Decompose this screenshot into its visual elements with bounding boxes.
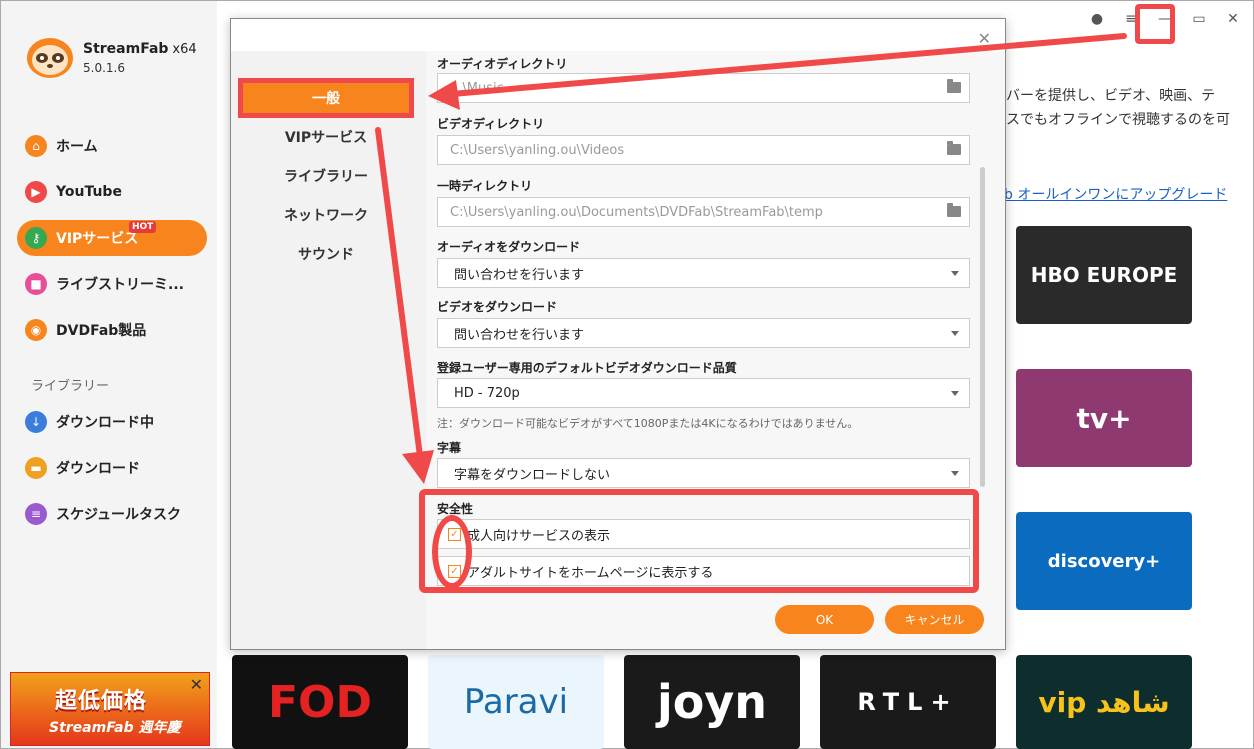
temp-dir-label: 一時ディレクトリ bbox=[437, 179, 533, 193]
app-version: 5.0.1.6 bbox=[83, 61, 125, 75]
sidebar-item-vip[interactable]: ⚷ VIPサービス HOT bbox=[17, 220, 207, 256]
tab-sound[interactable]: サウンド bbox=[243, 239, 409, 269]
annotation-menu-box bbox=[1135, 4, 1175, 44]
tab-vip-services[interactable]: VIPサービス bbox=[243, 122, 409, 152]
audio-download-select[interactable]: 問い合わせを行います bbox=[437, 258, 970, 288]
service-tile-discovery[interactable]: discovery+ bbox=[1016, 512, 1192, 610]
audio-dir-field[interactable]: ...\Music bbox=[437, 73, 970, 103]
sidebar-item-downloading[interactable]: ↓ ダウンロード中 bbox=[17, 404, 207, 440]
dvdfab-icon: ◉ bbox=[25, 319, 47, 341]
sidebar-item-dvdfab[interactable]: ◉ DVDFab製品 bbox=[17, 312, 207, 348]
sidebar-item-downloaded[interactable]: ▬ ダウンロード bbox=[17, 450, 207, 486]
video-download-label: ビデオをダウンロード bbox=[437, 300, 558, 314]
sidebar: StreamFab x64 5.0.1.6 ⌂ ホーム ▶ YouTube ⚷ V… bbox=[1, 1, 217, 748]
chevron-down-icon bbox=[951, 471, 959, 476]
service-tile-rtl[interactable]: RTL+ bbox=[820, 655, 996, 749]
audio-download-label: オーディオをダウンロード bbox=[437, 240, 581, 254]
ok-button[interactable]: OK bbox=[775, 605, 874, 634]
calendar-icon: ≡ bbox=[25, 503, 47, 525]
home-icon: ⌂ bbox=[25, 135, 47, 157]
promo-subtitle: StreamFab 週年慶 bbox=[49, 720, 181, 736]
chevron-down-icon bbox=[951, 391, 959, 396]
promo-title: 超低価格 bbox=[55, 689, 148, 714]
sloth-logo-icon bbox=[27, 38, 73, 78]
key-icon: ⚷ bbox=[25, 227, 47, 249]
user-icon[interactable]: ● bbox=[1087, 9, 1107, 29]
folder-icon[interactable] bbox=[947, 79, 961, 93]
video-download-select[interactable]: 問い合わせを行います bbox=[437, 318, 970, 348]
service-tile-joyn[interactable]: joyn bbox=[624, 655, 800, 749]
upgrade-link[interactable]: b オールインワンにアップグレード bbox=[1004, 184, 1227, 204]
service-tile-appletv[interactable]: tv+ bbox=[1016, 369, 1192, 467]
promo-close-icon[interactable]: ✕ bbox=[190, 675, 203, 694]
scrollbar[interactable] bbox=[980, 167, 985, 487]
audio-dir-label: オーディオディレクトリ bbox=[437, 57, 568, 71]
service-tile-shahid[interactable]: vip شاهد bbox=[1016, 655, 1192, 749]
temp-dir-field[interactable]: C:\Users\yanling.ou\Documents\DVDFab\Str… bbox=[437, 197, 970, 227]
app-brand: StreamFab x64 bbox=[83, 41, 197, 57]
sidebar-item-youtube[interactable]: ▶ YouTube bbox=[17, 174, 207, 210]
intro-text-line1: バーを提供し、ビデオ、映画、テ bbox=[1006, 88, 1216, 104]
quality-note: 注：ダウンロード可能なビデオがすべて1080Pまたは4Kになるわけではありません… bbox=[437, 417, 859, 430]
folder-icon[interactable] bbox=[947, 141, 961, 155]
chevron-down-icon bbox=[951, 331, 959, 336]
download-icon: ↓ bbox=[25, 411, 47, 433]
intro-text-line2: スでもオフラインで視聴するのを可 bbox=[1006, 112, 1230, 128]
annotation-safety-box bbox=[419, 489, 979, 593]
chevron-down-icon bbox=[951, 271, 959, 276]
sidebar-item-livestream[interactable]: ■ ライブストリーミ... bbox=[17, 266, 207, 302]
service-tile-paravi[interactable]: Paravi bbox=[428, 655, 604, 749]
camera-icon: ■ bbox=[25, 273, 47, 295]
promo-banner[interactable]: 超低価格 StreamFab 週年慶 ✕ bbox=[10, 672, 210, 746]
subtitle-select[interactable]: 字幕をダウンロードしない bbox=[437, 458, 970, 488]
quality-select[interactable]: HD - 720p bbox=[437, 378, 970, 408]
folder-icon: ▬ bbox=[25, 457, 47, 479]
hot-badge: HOT bbox=[129, 221, 157, 233]
tab-library[interactable]: ライブラリー bbox=[243, 161, 409, 191]
subtitle-label: 字幕 bbox=[437, 441, 462, 455]
settings-dialog: ✕ 一般 VIPサービス ライブラリー ネットワーク サウンド オーディオディレ… bbox=[230, 18, 1006, 650]
folder-icon[interactable] bbox=[947, 203, 961, 217]
library-section-label: ライブラリー bbox=[31, 379, 110, 394]
youtube-icon: ▶ bbox=[25, 181, 47, 203]
sidebar-item-home[interactable]: ⌂ ホーム bbox=[17, 128, 207, 164]
service-tile-hbo[interactable]: HBO EUROPE bbox=[1016, 226, 1192, 324]
tab-general[interactable]: 一般 bbox=[238, 78, 414, 118]
maximize-icon[interactable]: ▭ bbox=[1189, 9, 1209, 29]
video-dir-field[interactable]: C:\Users\yanling.ou\Videos bbox=[437, 135, 970, 165]
video-dir-label: ビデオディレクトリ bbox=[437, 117, 545, 131]
tab-network[interactable]: ネットワーク bbox=[243, 200, 409, 230]
dialog-close-icon[interactable]: ✕ bbox=[978, 29, 991, 48]
sidebar-item-schedule[interactable]: ≡ スケジュールタスク bbox=[17, 496, 207, 532]
service-tile-fod[interactable]: FOD bbox=[232, 655, 408, 749]
close-icon[interactable]: ✕ bbox=[1223, 9, 1243, 29]
annotation-checkbox-ring bbox=[432, 515, 472, 589]
quality-label: 登録ユーザー専用のデフォルトビデオダウンロード品質 bbox=[437, 361, 737, 375]
cancel-button[interactable]: キャンセル bbox=[885, 605, 984, 634]
